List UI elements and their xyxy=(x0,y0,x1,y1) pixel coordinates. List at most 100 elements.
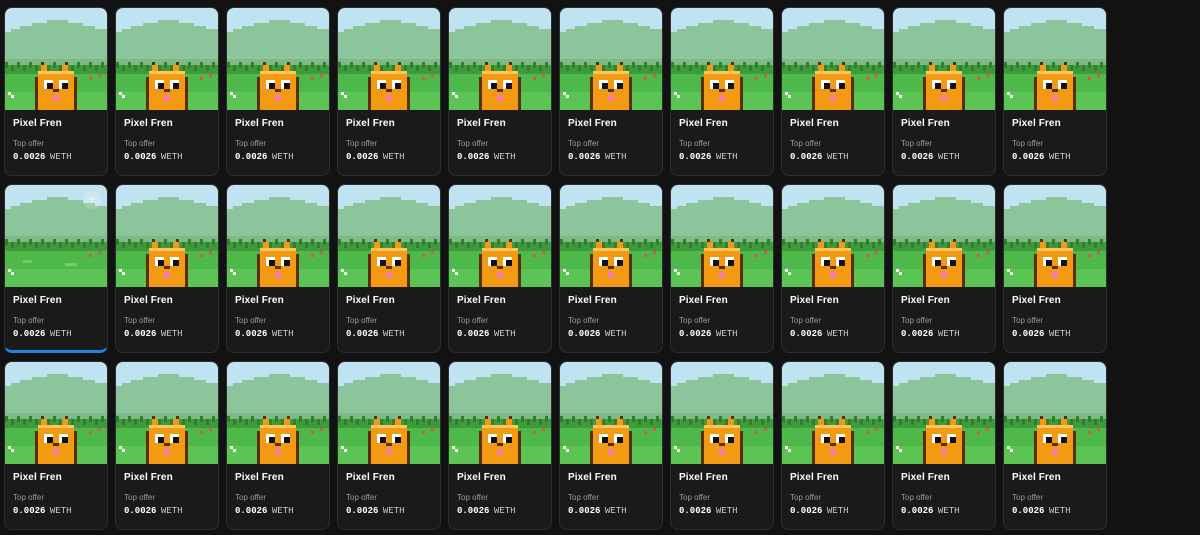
card-info: Pixel Fren Top offer 0.0026 WETH xyxy=(671,464,773,516)
price: 0.0026 WETH xyxy=(235,505,321,516)
nft-card[interactable]: Pixel Fren Top offer 0.0026 WETH xyxy=(781,361,885,530)
price-currency: WETH xyxy=(271,152,294,162)
nft-name: Pixel Fren xyxy=(457,295,506,306)
top-offer-label: Top offer xyxy=(568,493,599,502)
card-info: Pixel Fren Top offer 0.0026 WETH xyxy=(449,287,551,339)
top-offer-label: Top offer xyxy=(13,316,44,325)
nft-card[interactable]: Pixel Fren Top offer 0.0026 WETH xyxy=(892,184,996,353)
price: 0.0026 WETH xyxy=(457,328,543,339)
price-currency: WETH xyxy=(493,329,516,339)
top-offer-label: Top offer xyxy=(346,316,377,325)
nft-name: Pixel Fren xyxy=(568,472,617,483)
nft-image xyxy=(782,362,884,464)
nft-image xyxy=(1004,362,1106,464)
nft-card[interactable]: Pixel Fren Top offer 0.0026 WETH xyxy=(115,361,219,530)
price-value: 0.0026 xyxy=(124,152,157,162)
nft-card[interactable]: Pixel Fren Top offer 0.0026 WETH xyxy=(559,361,663,530)
nft-card[interactable]: Pixel Fren Top offer 0.0026 WETH xyxy=(559,184,663,353)
top-offer-label: Top offer xyxy=(457,139,488,148)
card-info: Pixel Fren Top offer 0.0026 WETH xyxy=(5,287,107,339)
nft-image xyxy=(893,362,995,464)
card-info: Pixel Fren Top offer 0.0026 WETH xyxy=(671,287,773,339)
price-currency: WETH xyxy=(937,506,960,516)
nft-name: Pixel Fren xyxy=(235,118,284,129)
nft-card[interactable]: Pixel Fren Top offer 0.0026 WETH xyxy=(781,7,885,176)
top-offer-label: Top offer xyxy=(346,493,377,502)
nft-card[interactable]: Pixel Fren Top offer 0.0026 WETH xyxy=(4,7,108,176)
nft-card[interactable]: Pixel Fren Top offer 0.0026 WETH xyxy=(115,7,219,176)
nft-name: Pixel Fren xyxy=(13,295,62,306)
plus-icon[interactable]: + xyxy=(83,191,101,209)
nft-card[interactable]: Pixel Fren Top offer 0.0026 WETH xyxy=(670,184,774,353)
nft-name: Pixel Fren xyxy=(457,118,506,129)
card-info: Pixel Fren Top offer 0.0026 WETH xyxy=(338,110,440,162)
top-offer-label: Top offer xyxy=(457,316,488,325)
nft-name: Pixel Fren xyxy=(124,295,173,306)
nft-card[interactable]: Pixel Fren Top offer 0.0026 WETH xyxy=(892,7,996,176)
nft-card[interactable]: Pixel Fren Top offer 0.0026 WETH xyxy=(337,184,441,353)
nft-image xyxy=(227,185,329,287)
price: 0.0026 WETH xyxy=(1012,328,1098,339)
price-value: 0.0026 xyxy=(346,152,379,162)
price-value: 0.0026 xyxy=(1012,329,1045,339)
nft-image xyxy=(5,8,107,110)
card-info: Pixel Fren Top offer 0.0026 WETH xyxy=(338,464,440,516)
price-value: 0.0026 xyxy=(790,506,823,516)
card-info: Pixel Fren Top offer 0.0026 WETH xyxy=(1004,464,1106,516)
nft-card[interactable]: Pixel Fren Top offer 0.0026 WETH xyxy=(448,7,552,176)
nft-card[interactable]: Pixel Fren Top offer 0.0026 WETH xyxy=(1003,361,1107,530)
nft-card[interactable]: Pixel Fren Top offer 0.0026 WETH xyxy=(115,184,219,353)
price-value: 0.0026 xyxy=(457,152,490,162)
price-value: 0.0026 xyxy=(568,329,601,339)
price-value: 0.0026 xyxy=(679,152,712,162)
nft-card[interactable]: Pixel Fren Top offer 0.0026 WETH xyxy=(670,361,774,530)
nft-card[interactable]: Pixel Fren Top offer 0.0026 WETH xyxy=(337,361,441,530)
nft-card[interactable]: Pixel Fren Top offer 0.0026 WETH xyxy=(892,361,996,530)
price: 0.0026 WETH xyxy=(235,328,321,339)
card-info: Pixel Fren Top offer 0.0026 WETH xyxy=(671,110,773,162)
price-currency: WETH xyxy=(160,152,183,162)
nft-card[interactable]: Pixel Fren Top offer 0.0026 WETH xyxy=(781,184,885,353)
price-value: 0.0026 xyxy=(13,506,46,516)
price: 0.0026 WETH xyxy=(124,328,210,339)
price-value: 0.0026 xyxy=(346,329,379,339)
price-value: 0.0026 xyxy=(457,329,490,339)
price-currency: WETH xyxy=(49,506,72,516)
nft-card[interactable]: Pixel Fren Top offer 0.0026 WETH xyxy=(670,7,774,176)
top-offer-label: Top offer xyxy=(1012,316,1043,325)
nft-card[interactable]: Pixel Fren Top offer 0.0026 WETH xyxy=(4,361,108,530)
nft-card[interactable]: Pixel Fren Top offer 0.0026 WETH xyxy=(226,361,330,530)
price: 0.0026 WETH xyxy=(457,151,543,162)
nft-card[interactable]: Pixel Fren Top offer 0.0026 WETH xyxy=(448,184,552,353)
nft-card[interactable]: Pixel Fren Top offer 0.0026 WETH + xyxy=(4,184,108,353)
nft-card[interactable]: Pixel Fren Top offer 0.0026 WETH xyxy=(226,7,330,176)
price-currency: WETH xyxy=(1048,506,1071,516)
top-offer-label: Top offer xyxy=(124,316,155,325)
price: 0.0026 WETH xyxy=(568,151,654,162)
top-offer-label: Top offer xyxy=(457,493,488,502)
nft-image xyxy=(560,8,662,110)
nft-card[interactable]: Pixel Fren Top offer 0.0026 WETH xyxy=(1003,184,1107,353)
nft-image xyxy=(338,8,440,110)
nft-name: Pixel Fren xyxy=(13,472,62,483)
card-info: Pixel Fren Top offer 0.0026 WETH xyxy=(560,110,662,162)
price-currency: WETH xyxy=(715,506,738,516)
card-info: Pixel Fren Top offer 0.0026 WETH xyxy=(893,464,995,516)
price-currency: WETH xyxy=(271,329,294,339)
price-currency: WETH xyxy=(493,506,516,516)
nft-card[interactable]: Pixel Fren Top offer 0.0026 WETH xyxy=(337,7,441,176)
price-currency: WETH xyxy=(604,506,627,516)
nft-image xyxy=(227,362,329,464)
nft-card[interactable]: Pixel Fren Top offer 0.0026 WETH xyxy=(448,361,552,530)
card-info: Pixel Fren Top offer 0.0026 WETH xyxy=(116,287,218,339)
nft-card[interactable]: Pixel Fren Top offer 0.0026 WETH xyxy=(226,184,330,353)
nft-name: Pixel Fren xyxy=(679,295,728,306)
nft-card[interactable]: Pixel Fren Top offer 0.0026 WETH xyxy=(559,7,663,176)
price: 0.0026 WETH xyxy=(1012,151,1098,162)
card-info: Pixel Fren Top offer 0.0026 WETH xyxy=(560,287,662,339)
nft-image xyxy=(671,8,773,110)
nft-card[interactable]: Pixel Fren Top offer 0.0026 WETH xyxy=(1003,7,1107,176)
nft-name: Pixel Fren xyxy=(790,118,839,129)
nft-name: Pixel Fren xyxy=(235,472,284,483)
price: 0.0026 WETH xyxy=(568,505,654,516)
